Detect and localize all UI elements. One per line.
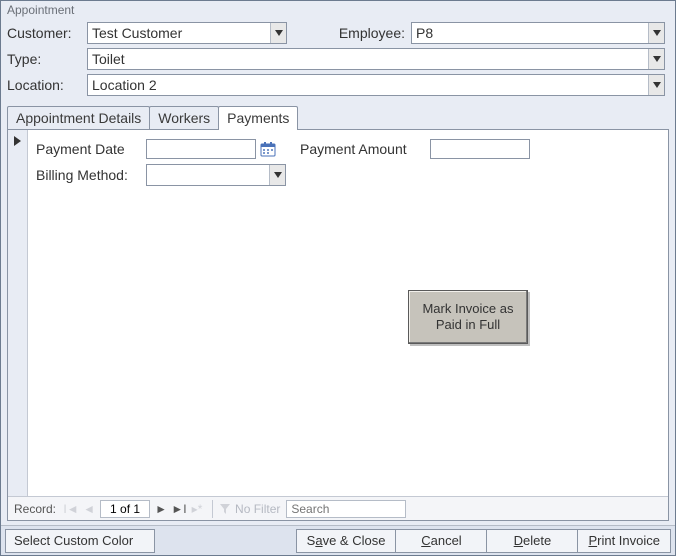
customer-label: Customer: — [7, 25, 87, 41]
record-selector-gutter[interactable] — [8, 130, 28, 496]
tabs-area: Appointment Details Workers Payments Pay… — [7, 105, 669, 521]
employee-label: Employee: — [305, 25, 405, 41]
prev-record-icon[interactable]: ◄ — [80, 500, 98, 518]
chevron-down-icon[interactable] — [648, 49, 664, 69]
tab-payments-panel: Payment Date — [7, 129, 669, 521]
chevron-down-icon[interactable] — [648, 23, 664, 43]
current-record-icon — [14, 136, 21, 146]
customer-combo[interactable]: Test Customer — [87, 22, 287, 44]
employee-value: P8 — [412, 24, 648, 42]
payment-amount-field[interactable] — [430, 139, 530, 159]
employee-combo[interactable]: P8 — [411, 22, 665, 44]
chevron-down-icon[interactable] — [648, 75, 664, 95]
new-record-icon[interactable]: ▸* — [188, 500, 206, 518]
first-record-icon[interactable]: I◄ — [62, 500, 80, 518]
type-combo[interactable]: Toilet — [87, 48, 665, 70]
billing-method-label: Billing Method: — [36, 167, 146, 183]
delete-button[interactable]: Delete — [486, 529, 578, 553]
tab-payments[interactable]: Payments — [218, 106, 298, 130]
billing-method-combo[interactable] — [146, 164, 286, 186]
type-label: Type: — [7, 51, 87, 67]
payment-amount-label: Payment Amount — [300, 141, 430, 157]
footer-toolbar: Select Custom Color Save & Close Cancel … — [1, 525, 675, 555]
window-title: Appointment — [1, 1, 675, 17]
panel-body: Payment Date — [8, 130, 668, 496]
billing-method-value — [147, 174, 269, 176]
filter-text: No Filter — [235, 502, 280, 516]
search-input[interactable] — [286, 500, 406, 518]
filter-status: No Filter — [219, 502, 280, 516]
tab-strip: Appointment Details Workers Payments — [7, 105, 669, 129]
record-navigator: Record: I◄ ◄ ► ►I ▸* No Filter — [8, 496, 668, 520]
record-page-field[interactable] — [100, 500, 150, 518]
appointment-window: Appointment Customer: Test Customer Empl… — [0, 0, 676, 556]
next-record-icon[interactable]: ► — [152, 500, 170, 518]
payment-date-label: Payment Date — [36, 141, 146, 157]
tab-workers[interactable]: Workers — [149, 106, 219, 129]
chevron-down-icon[interactable] — [269, 165, 285, 185]
location-combo[interactable]: Location 2 — [87, 74, 665, 96]
payments-content: Payment Date — [28, 130, 668, 496]
last-record-icon[interactable]: ►I — [170, 500, 188, 518]
type-value: Toilet — [88, 50, 648, 68]
calendar-icon[interactable] — [258, 139, 278, 159]
customer-value: Test Customer — [88, 24, 270, 42]
location-value: Location 2 — [88, 76, 648, 94]
form-header: Customer: Test Customer Employee: P8 Typ… — [1, 17, 675, 105]
record-label: Record: — [8, 502, 62, 516]
separator — [212, 500, 213, 518]
mark-invoice-paid-button[interactable]: Mark Invoice as Paid in Full — [408, 290, 528, 344]
chevron-down-icon[interactable] — [270, 23, 286, 43]
tab-appointment-details[interactable]: Appointment Details — [7, 106, 150, 129]
print-invoice-button[interactable]: Print Invoice — [577, 529, 671, 553]
funnel-icon — [219, 503, 231, 515]
location-label: Location: — [7, 77, 87, 93]
select-custom-color-button[interactable]: Select Custom Color — [5, 529, 155, 553]
cancel-button[interactable]: Cancel — [395, 529, 487, 553]
save-and-close-button[interactable]: Save & Close — [296, 529, 397, 553]
payment-date-field[interactable] — [146, 139, 256, 159]
